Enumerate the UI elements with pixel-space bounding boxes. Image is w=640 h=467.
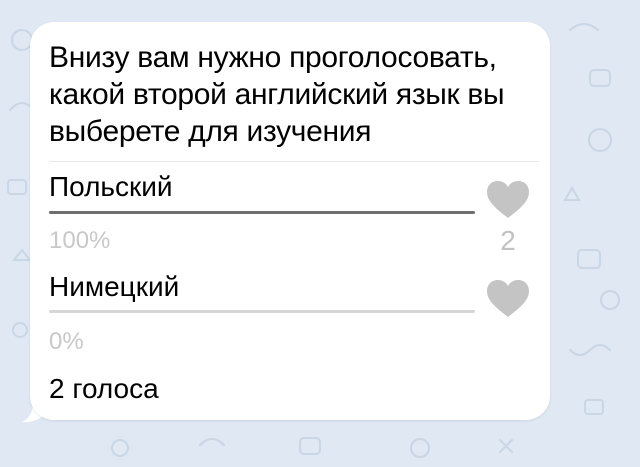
poll-option-percent-2: 0% (49, 328, 84, 355)
poll-option-label-2[interactable]: Нимецкий (49, 271, 179, 303)
poll-option-votes-1: 2 (500, 225, 516, 256)
poll-option-label-1[interactable]: Польский (49, 171, 173, 203)
heart-icon[interactable] (485, 180, 531, 220)
question-divider (49, 161, 539, 162)
poll-message-bubble: Внизу вам нужно проголосовать, какой вто… (30, 22, 550, 420)
poll-option-percent-1: 100% (49, 227, 111, 254)
poll-question: Внизу вам нужно проголосовать, какой вто… (49, 41, 505, 148)
heart-icon[interactable] (485, 279, 531, 319)
poll-option-bar-1 (49, 211, 475, 214)
poll-option-fill-1 (49, 211, 475, 214)
poll-option-bar-2 (49, 310, 475, 313)
poll-total-votes: 2 голоса (49, 373, 159, 404)
